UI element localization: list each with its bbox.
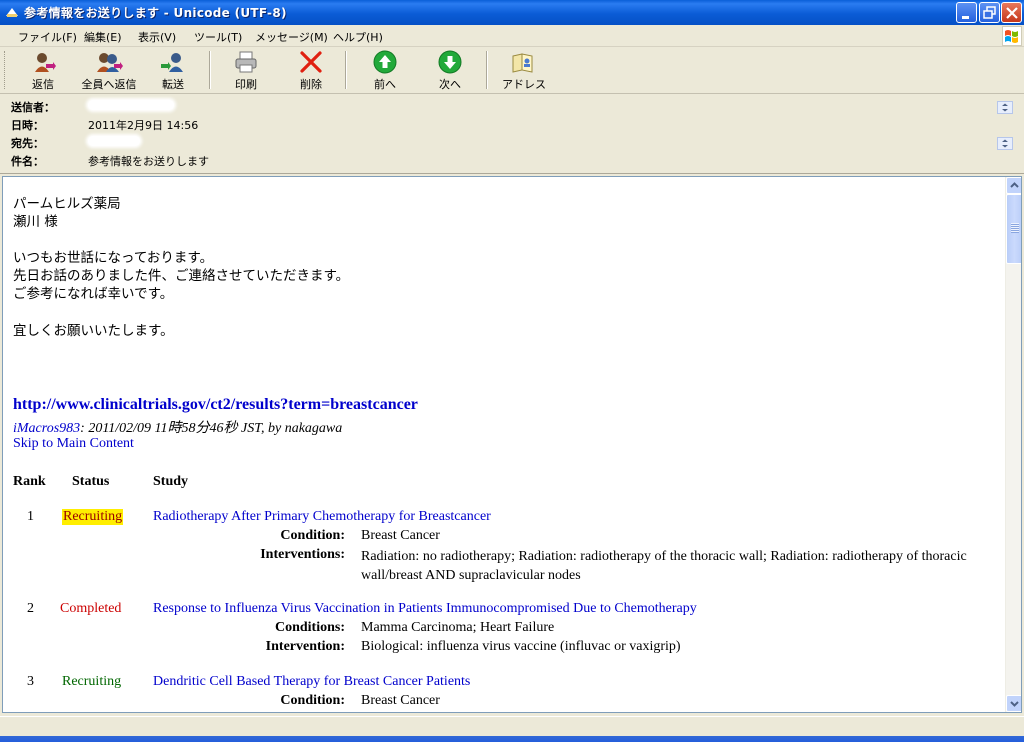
greeting-line: 瀬川 様 (13, 214, 58, 230)
skip-to-main-link[interactable]: Skip to Main Content (13, 436, 134, 452)
from-value-redacted (88, 100, 174, 110)
subject-label: 件名： (11, 155, 44, 168)
scroll-up-button[interactable] (1006, 177, 1021, 194)
study-link[interactable]: Response to Influenza Virus Vaccination … (153, 601, 697, 617)
body-line: ご参考になれば幸いです。 (13, 286, 174, 302)
intervention-label: Intervention: (265, 639, 345, 654)
clinicaltrials-link[interactable]: http://www.clinicaltrials.gov/ct2/result… (13, 396, 418, 414)
reply-all-icon (97, 53, 123, 72)
body-line: 先日お話のありました件、ご連絡させていただきます。 (13, 268, 350, 284)
status-bar (0, 716, 1024, 735)
vertical-scrollbar[interactable] (1005, 177, 1021, 712)
scroll-up-icon (1010, 182, 1019, 188)
body-line: いつもお世話になっております。 (13, 250, 214, 266)
printer-icon (235, 51, 257, 73)
menu-message[interactable]: メッセージ(M) (255, 29, 328, 45)
to-expand-icon[interactable] (997, 137, 1013, 150)
scroll-down-button[interactable] (1006, 695, 1021, 712)
study-link[interactable]: Dendritic Cell Based Therapy for Breast … (153, 674, 470, 690)
status-badge: Completed (60, 601, 122, 616)
up-arrow-icon (373, 50, 397, 74)
forward-button[interactable]: 転送 (158, 50, 188, 92)
menu-file[interactable]: ファイル(F) (18, 29, 77, 45)
date-label: 日時： (11, 119, 44, 132)
forward-icon (161, 53, 183, 72)
reply-button[interactable]: 返信 (28, 50, 58, 92)
scroll-down-icon (1010, 701, 1019, 707)
address-book-icon (512, 53, 533, 73)
study-header: Study (153, 474, 189, 489)
date-value: 2011年2月9日 14:56 (88, 119, 199, 132)
condition-label: Condition: (280, 693, 345, 708)
menu-edit[interactable]: 編集(E) (84, 29, 122, 45)
subject-value: 参考情報をお送りします (88, 155, 209, 168)
from-expand-icon[interactable] (997, 101, 1013, 114)
conditions-value: Mamma Carcinoma; Heart Failure (361, 620, 555, 635)
menu-tools[interactable]: ツール(T) (194, 29, 242, 45)
restore-icon (983, 6, 996, 19)
scroll-thumb[interactable] (1006, 194, 1021, 264)
condition-label: Condition: (280, 528, 345, 543)
closing-line: 宜しくお願いいたします。 (13, 323, 174, 339)
menu-help[interactable]: ヘルプ(H) (333, 29, 383, 45)
conditions-label: Conditions: (274, 620, 345, 635)
print-button[interactable]: 印刷 (231, 50, 261, 92)
next-button[interactable]: 次へ (435, 50, 465, 92)
greeting-line: パームヒルズ薬局 (13, 196, 121, 212)
menu-view[interactable]: 表示(V) (138, 29, 176, 45)
condition-value: Breast Cancer (361, 693, 440, 708)
maximize-button[interactable] (979, 2, 1000, 23)
down-arrow-icon (438, 50, 462, 74)
delete-button[interactable]: 削除 (296, 50, 326, 92)
close-icon (1006, 7, 1018, 19)
status-badge: Recruiting (62, 509, 124, 525)
status-badge: Recruiting (62, 674, 122, 689)
toolbar: 返信 全員へ返信 転送 印刷 削除 前へ 次へ アドレス (0, 47, 1024, 94)
title-bar[interactable]: 参考情報をお送りします - Unicode (UTF-8) (0, 0, 1024, 25)
window-title: 参考情報をお送りします - Unicode (UTF-8) (24, 6, 287, 20)
message-header: 送信者： 日時： 2011年2月9日 14:56 宛先： 件名： 参考情報をお送… (0, 94, 1024, 174)
menu-bar: ファイル(F) 編集(E) 表示(V) ツール(T) メッセージ(M) ヘルプ(… (0, 25, 1024, 47)
minimize-icon (962, 16, 969, 19)
close-button[interactable] (1001, 2, 1022, 23)
result-rank: 1 (27, 509, 34, 524)
imacros-link[interactable]: iMacros983 (13, 421, 80, 436)
from-label: 送信者： (11, 101, 55, 114)
toolbar-separator (486, 51, 488, 89)
rank-header: Rank (13, 474, 46, 489)
reply-icon (35, 53, 56, 72)
mail-app-icon (6, 8, 18, 17)
macro-meta: iMacros983: 2011/02/09 11時58分46秒 JST, by… (13, 421, 343, 436)
minimize-button[interactable] (956, 2, 977, 23)
toolbar-separator (209, 51, 211, 89)
message-body[interactable]: パームヒルズ薬局 瀬川 様 いつもお世話になっております。 先日お話のありました… (2, 176, 1022, 713)
toolbar-separator (345, 51, 347, 89)
intervention-value: Biological: influenza virus vaccine (inf… (361, 639, 681, 654)
windows-logo-icon (1002, 26, 1022, 46)
interventions-label: Interventions: (260, 547, 345, 562)
study-link[interactable]: Radiotherapy After Primary Chemotherapy … (153, 509, 491, 525)
delete-x-icon (300, 51, 322, 73)
condition-value: Breast Cancer (361, 528, 440, 543)
taskbar-edge (0, 736, 1024, 742)
message-content: パームヒルズ薬局 瀬川 様 いつもお世話になっております。 先日お話のありました… (3, 177, 1005, 712)
previous-button[interactable]: 前へ (370, 50, 400, 92)
result-rank: 2 (27, 601, 34, 616)
addresses-button[interactable]: アドレス (502, 50, 546, 92)
status-header: Status (72, 474, 110, 489)
result-rank: 3 (27, 674, 34, 689)
to-label: 宛先： (11, 137, 44, 150)
interventions-value: Radiation: no radiotherapy; Radiation: r… (361, 549, 967, 583)
reply-all-button[interactable]: 全員へ返信 (78, 50, 140, 92)
to-value-redacted (88, 136, 140, 146)
toolbar-grip[interactable] (4, 51, 7, 89)
